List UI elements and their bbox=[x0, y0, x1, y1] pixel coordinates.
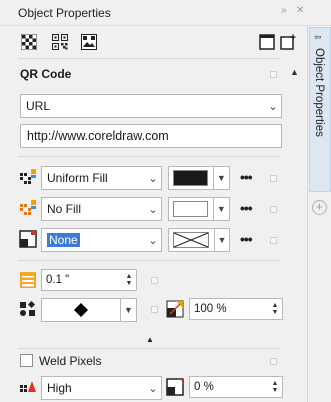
qr-code-heading: QR Code bbox=[20, 67, 72, 81]
chevron-down-icon: ⌄ bbox=[148, 234, 158, 247]
tab-pin-icon[interactable]: ⇦ bbox=[314, 32, 322, 43]
chevron-down-icon: ⌄ bbox=[148, 172, 158, 185]
dropdown-arrow-icon: ▼ bbox=[120, 299, 136, 321]
background-more-options-icon[interactable]: ••• bbox=[240, 200, 253, 216]
weld-lock[interactable] bbox=[270, 358, 277, 365]
diamond-shape-icon bbox=[42, 302, 120, 318]
no-color-x-icon bbox=[173, 232, 209, 248]
fill-row-lock[interactable] bbox=[270, 175, 277, 182]
weld-quality-dropdown[interactable]: High ⌄ bbox=[41, 376, 162, 400]
side-tab-label: Object Properties bbox=[313, 48, 325, 137]
new-frame-icon[interactable] bbox=[280, 33, 298, 51]
qr-url-input[interactable]: http://www.coreldraw.com bbox=[20, 124, 282, 148]
weld-pixels-checkbox[interactable] bbox=[20, 354, 33, 367]
qr-type-dropdown[interactable]: URL ⌄ bbox=[20, 94, 282, 118]
qr-code-icon[interactable] bbox=[51, 33, 69, 51]
shape-scale-spinner[interactable]: 100 % ▲ ▼ bbox=[189, 298, 283, 320]
outline-width-lock[interactable] bbox=[151, 277, 158, 284]
background-fill-pixels-icon bbox=[19, 199, 37, 217]
chevron-down-icon: ⌄ bbox=[268, 100, 278, 113]
fill-type-value: Uniform Fill bbox=[47, 171, 108, 185]
shape-lock[interactable] bbox=[151, 306, 158, 313]
collapse-section-arrow-icon[interactable]: ▲ bbox=[146, 335, 154, 344]
fill-color-picker[interactable]: ▼ bbox=[168, 166, 230, 190]
panel-title-bar: Object Properties » ✕ bbox=[0, 0, 331, 26]
pixel-shape-icon bbox=[19, 300, 37, 318]
chevron-down-icon: ⌄ bbox=[148, 382, 158, 395]
shape-scale-value: 100 % bbox=[194, 303, 227, 315]
spinner-arrows-icon[interactable]: ▲ ▼ bbox=[268, 302, 282, 316]
outline-color-picker[interactable]: ▼ bbox=[168, 228, 230, 252]
weld-quality-value: High bbox=[47, 381, 72, 395]
add-circle-icon[interactable]: + bbox=[312, 200, 327, 215]
color-dropdown-arrow-icon[interactable]: ▼ bbox=[215, 229, 229, 251]
scale-shape-icon bbox=[166, 300, 184, 318]
panel-title: Object Properties bbox=[18, 6, 111, 20]
qr-url-value: http://www.coreldraw.com bbox=[27, 129, 169, 143]
scroll-up-arrow-icon[interactable]: ▲ bbox=[290, 67, 299, 77]
background-color-swatch bbox=[173, 201, 208, 217]
weld-roundness-icon bbox=[166, 378, 184, 396]
background-fill-dropdown[interactable]: No Fill ⌄ bbox=[41, 197, 162, 221]
fill-more-options-icon[interactable]: ••• bbox=[240, 169, 253, 185]
toolbar-divider bbox=[18, 58, 280, 59]
object-properties-side-tab[interactable]: ⇦ Object Properties bbox=[309, 27, 331, 192]
pixel-shape-dropdown[interactable]: ▼ bbox=[41, 298, 137, 322]
outline-width-value: 0.1 " bbox=[46, 274, 70, 286]
outline-width-spinner[interactable]: 0.1 " ▲ ▼ bbox=[41, 269, 137, 291]
weld-quality-icon bbox=[19, 378, 37, 396]
qr-image-icon[interactable] bbox=[80, 33, 98, 51]
background-fill-value: No Fill bbox=[47, 202, 82, 216]
frame-icon[interactable] bbox=[258, 33, 276, 51]
outline-fill-icon bbox=[19, 230, 37, 248]
background-row-lock[interactable] bbox=[270, 206, 277, 213]
fill-type-dropdown[interactable]: Uniform Fill ⌄ bbox=[41, 166, 162, 190]
color-dropdown-arrow-icon[interactable]: ▼ bbox=[214, 167, 229, 189]
fill-color-swatch bbox=[173, 170, 208, 186]
spinner-arrows-icon[interactable]: ▲ ▼ bbox=[268, 380, 282, 394]
color-dropdown-arrow-icon[interactable]: ▼ bbox=[214, 198, 229, 220]
weld-pixels-label: Weld Pixels bbox=[39, 354, 102, 368]
section-divider bbox=[18, 260, 280, 261]
panel-scrollbar[interactable]: ▲ bbox=[288, 64, 302, 402]
fill-pixels-icon bbox=[19, 168, 37, 186]
background-color-picker[interactable]: ▼ bbox=[168, 197, 230, 221]
outline-type-dropdown[interactable]: None ⌄ bbox=[41, 228, 162, 252]
outline-width-icon bbox=[19, 271, 37, 289]
outline-more-options-icon[interactable]: ••• bbox=[240, 231, 253, 247]
weld-roundness-spinner[interactable]: 0 % ▲ ▼ bbox=[189, 376, 283, 398]
section-divider bbox=[18, 156, 280, 157]
weld-roundness-value: 0 % bbox=[194, 381, 214, 393]
outline-type-value: None bbox=[47, 233, 80, 247]
chevron-down-icon: ⌄ bbox=[148, 203, 158, 216]
qr-heading-lock[interactable] bbox=[270, 71, 277, 78]
outline-row-lock[interactable] bbox=[270, 237, 277, 244]
qr-type-value: URL bbox=[26, 99, 51, 113]
panel-collapse-icon[interactable]: » bbox=[281, 5, 287, 16]
panel-close-icon[interactable]: ✕ bbox=[296, 5, 304, 16]
section-divider bbox=[18, 348, 280, 349]
spinner-arrows-icon[interactable]: ▲ ▼ bbox=[122, 273, 136, 287]
checker-pattern-icon[interactable] bbox=[20, 33, 38, 51]
